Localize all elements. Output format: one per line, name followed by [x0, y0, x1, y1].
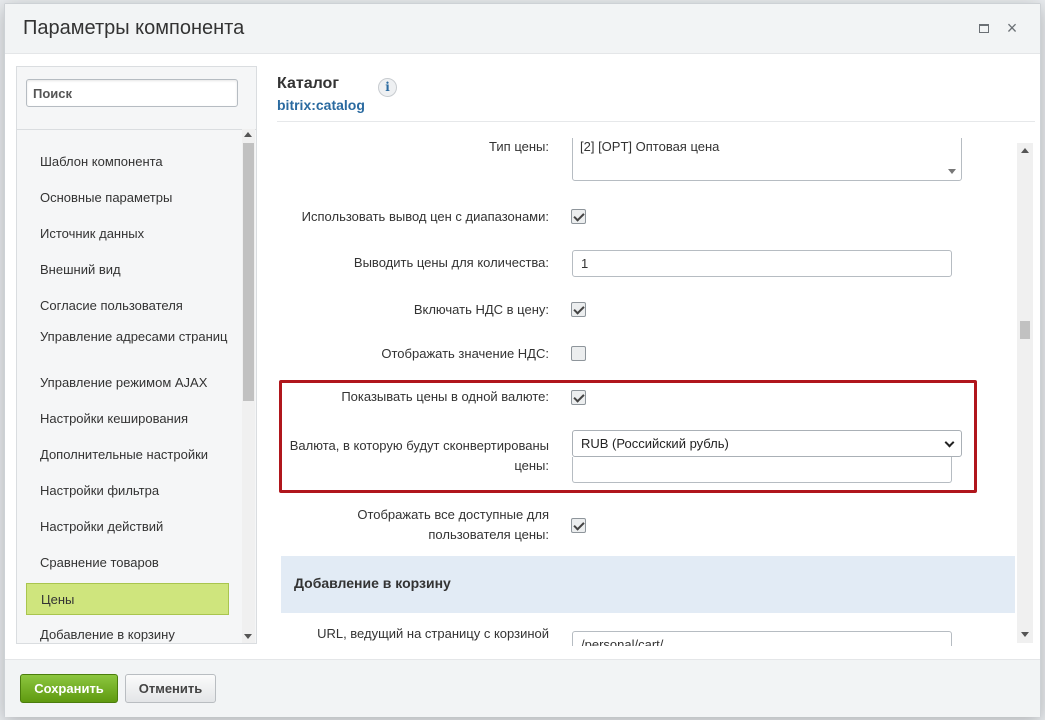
search-input[interactable]: [26, 79, 238, 107]
show-all-prices-label: Отображать все доступные для пользовател…: [357, 505, 549, 545]
dialog-title: Параметры компонента: [23, 17, 245, 39]
target-currency-label-line2: цены:: [514, 458, 549, 473]
sidebar-item-appearance[interactable]: Внешний вид: [26, 262, 229, 277]
basket-url-input[interactable]: /personal/cart/: [572, 631, 952, 646]
sidebar-item-ajax[interactable]: Управление режимом AJAX: [26, 375, 229, 390]
currency-select[interactable]: RUB (Российский рубль): [572, 430, 962, 457]
close-icon[interactable]: ×: [1003, 19, 1021, 37]
show-all-prices-label-line1: Отображать все доступные для: [357, 507, 549, 522]
sidebar-item-user-consent[interactable]: Согласие пользователя: [26, 298, 229, 313]
sidebar-item-additional[interactable]: Дополнительные настройки: [26, 447, 229, 462]
divider: [277, 121, 1035, 122]
show-vat-checkbox[interactable]: [571, 346, 586, 361]
sidebar-menu: Шаблон компонента Основные параметры Ист…: [17, 129, 256, 643]
scroll-up-icon[interactable]: [1021, 148, 1029, 153]
scroll-up-icon[interactable]: [244, 132, 252, 137]
price-quantity-input[interactable]: 1: [572, 250, 952, 277]
cancel-button[interactable]: Отменить: [125, 674, 216, 703]
sidebar-item-data-source[interactable]: Источник данных: [26, 226, 229, 241]
price-type-option[interactable]: [2] [OPT] Оптовая цена: [580, 139, 719, 154]
include-vat-label: Включать НДС в цену:: [413, 302, 549, 317]
show-all-prices-checkbox[interactable]: [571, 518, 586, 533]
scroll-down-icon[interactable]: [244, 634, 252, 639]
price-quantity-label: Выводить цены для количества:: [353, 255, 549, 270]
sidebar-item-main-params[interactable]: Основные параметры: [26, 190, 229, 205]
sidebar-scrollbar[interactable]: [242, 129, 255, 643]
info-icon[interactable]: i: [378, 78, 397, 97]
params-form: Тип цены: [2] [OPT] Оптовая цена Использ…: [277, 138, 1015, 646]
sidebar-item-template[interactable]: Шаблон компонента: [26, 154, 229, 169]
sidebar-item-add-to-basket[interactable]: Добавление в корзину: [26, 627, 229, 642]
dialog-footer: Сохранить Отменить: [5, 659, 1040, 717]
component-params-dialog: Параметры компонента × Шаблон компонента…: [4, 3, 1041, 717]
maximize-icon[interactable]: [975, 19, 993, 37]
dialog-titlebar[interactable]: Параметры компонента ×: [5, 4, 1040, 54]
sidebar-scroll-thumb[interactable]: [243, 143, 254, 401]
content-scrollbar[interactable]: [1017, 143, 1033, 643]
section-add-to-basket: Добавление в корзину: [281, 556, 1015, 613]
settings-sidebar: Шаблон компонента Основные параметры Ист…: [16, 66, 257, 644]
use-price-ranges-label: Использовать вывод цен с диапазонами:: [301, 209, 549, 224]
currency-select-value: RUB (Российский рубль): [581, 436, 729, 451]
price-type-label: Тип цены:: [489, 139, 549, 154]
single-currency-checkbox[interactable]: [571, 390, 586, 405]
target-currency-label-line1: Валюта, в которую будут сконвертированы: [289, 438, 549, 453]
component-title: Каталог: [277, 75, 339, 92]
single-currency-label: Показывать цены в одной валюте:: [341, 389, 549, 404]
save-button[interactable]: Сохранить: [20, 674, 118, 703]
show-all-prices-label-line2: пользователя цены:: [428, 527, 549, 542]
sidebar-item-prices[interactable]: Цены: [26, 583, 229, 615]
chevron-down-icon: [944, 437, 955, 448]
price-type-listbox[interactable]: [2] [OPT] Оптовая цена: [572, 138, 962, 181]
include-vat-checkbox[interactable]: [571, 302, 586, 317]
sidebar-item-url-management[interactable]: Управление адресами страниц: [26, 329, 229, 344]
currency-extra-input[interactable]: [572, 457, 952, 483]
use-price-ranges-checkbox[interactable]: [571, 209, 586, 224]
content-scroll-thumb[interactable]: [1020, 321, 1030, 339]
target-currency-label: Валюта, в которую будут сконвертированы …: [290, 436, 549, 476]
basket-url-label: URL, ведущий на страницу с корзиной: [317, 626, 549, 641]
sidebar-item-filter[interactable]: Настройки фильтра: [26, 483, 229, 498]
section-title: Добавление в корзину: [294, 575, 451, 591]
show-vat-label: Отображать значение НДС:: [381, 346, 549, 361]
sidebar-item-compare[interactable]: Сравнение товаров: [26, 555, 229, 570]
sidebar-item-actions[interactable]: Настройки действий: [26, 519, 229, 534]
scroll-down-icon[interactable]: [1021, 632, 1029, 637]
sidebar-item-caching[interactable]: Настройки кеширования: [26, 411, 229, 426]
chevron-down-icon[interactable]: [948, 169, 956, 174]
component-code: bitrix:catalog: [277, 97, 365, 113]
